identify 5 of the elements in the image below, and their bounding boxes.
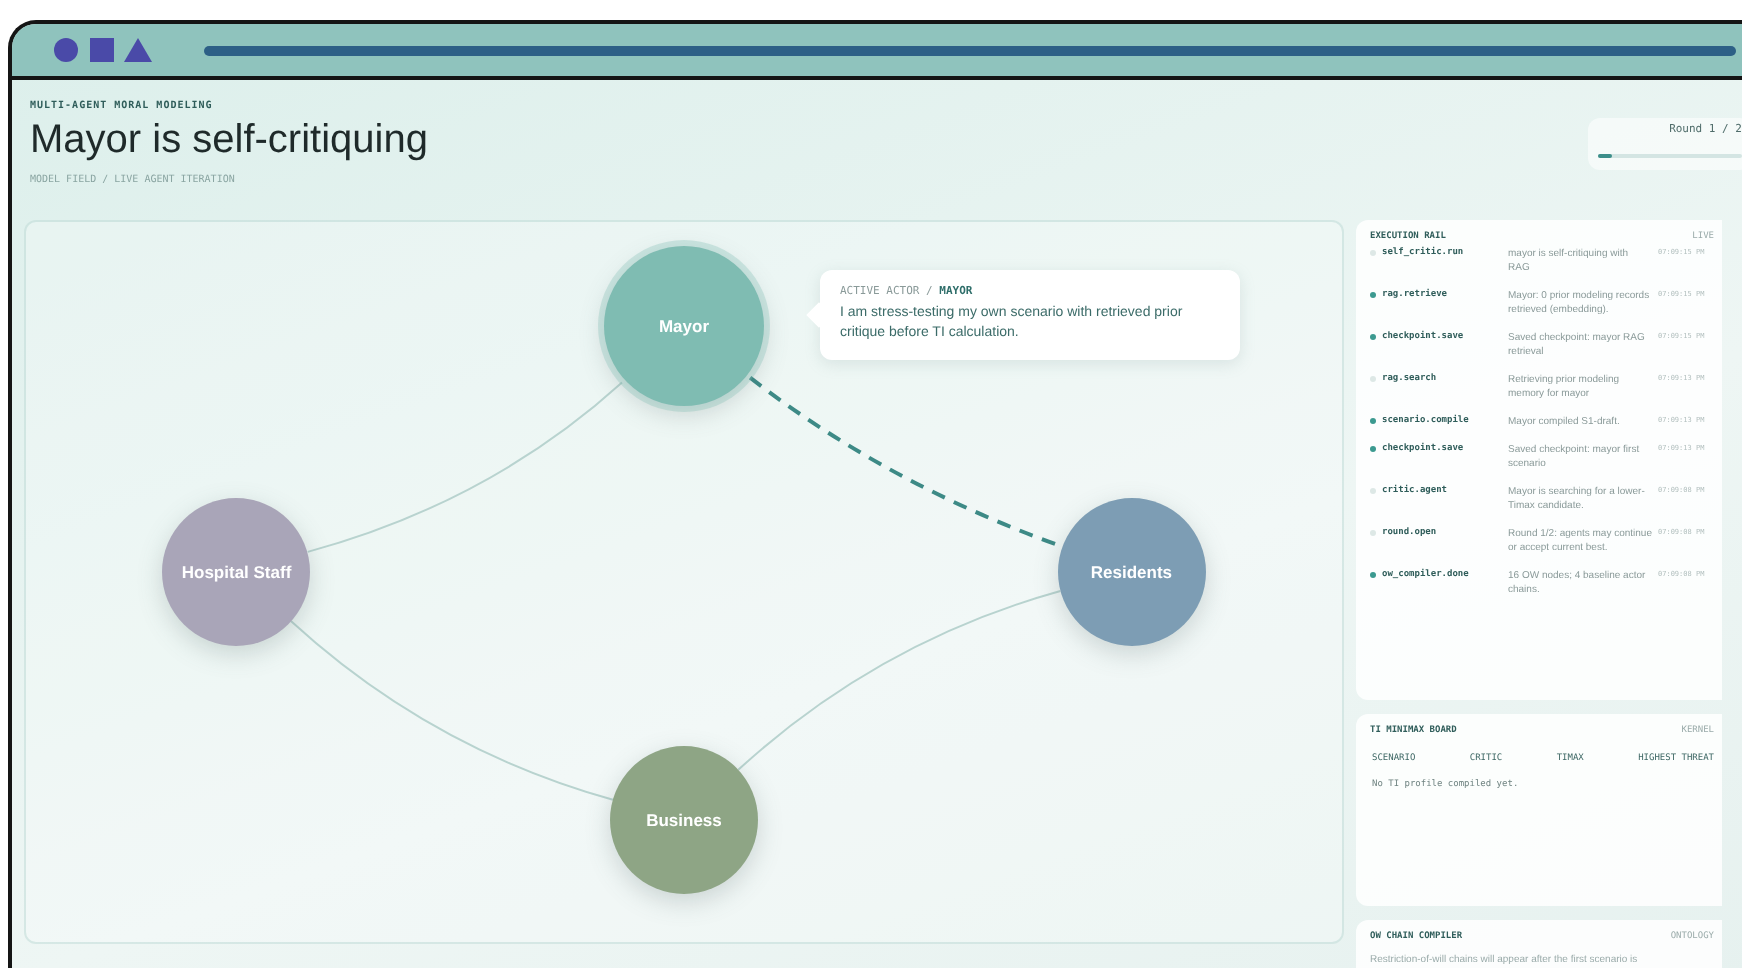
actor-node[interactable]: Residents	[1057, 497, 1206, 646]
actor-node[interactable]: Mayor	[604, 246, 764, 407]
actor-node[interactable]: Business	[610, 745, 758, 894]
actor-node[interactable]: Hospital Staff	[162, 497, 311, 646]
page-title: Mayor is self-critiquing	[30, 118, 428, 164]
